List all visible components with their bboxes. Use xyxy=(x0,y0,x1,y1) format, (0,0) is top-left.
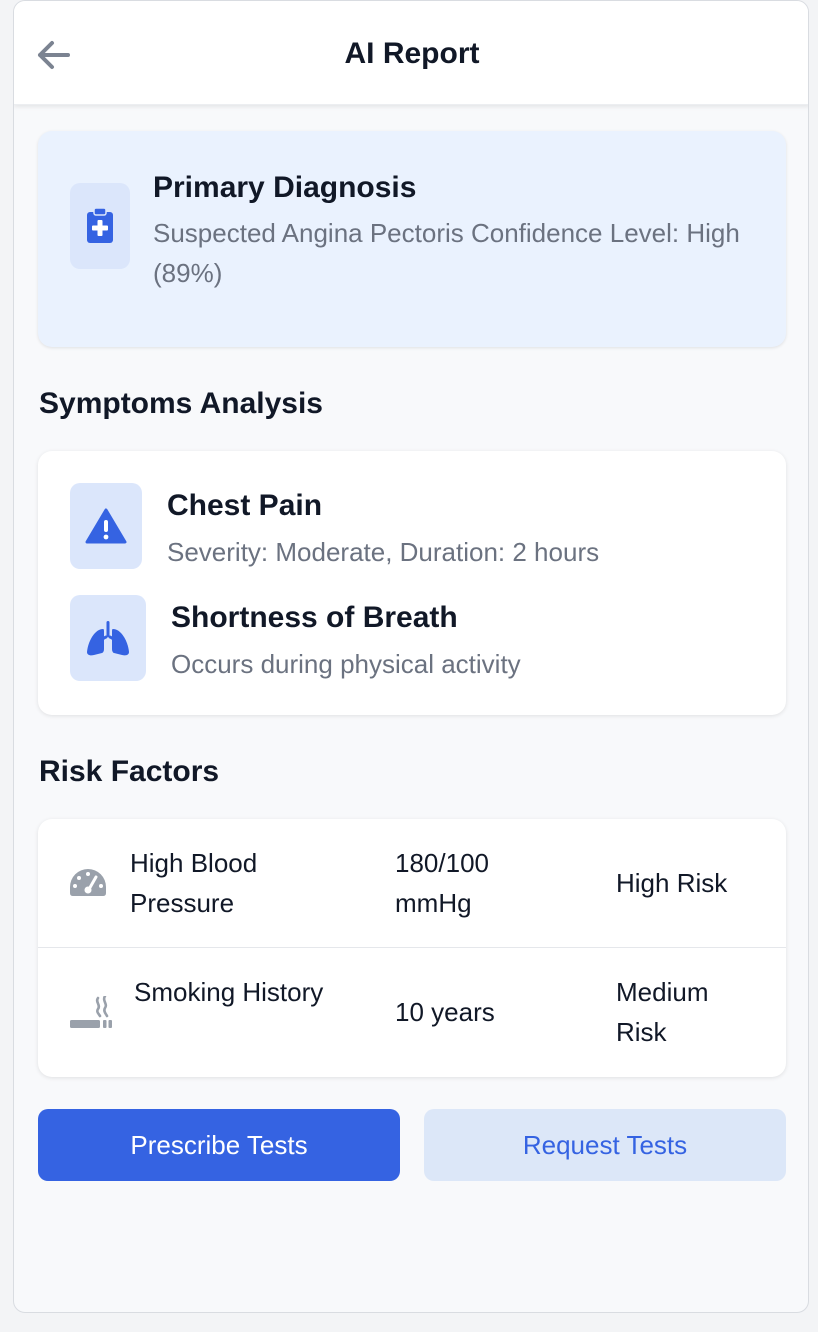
symptom-title: Shortness of Breath xyxy=(171,601,458,634)
warning-icon xyxy=(85,508,127,544)
app-frame: AI Report Primary Diagnosis Suspected An… xyxy=(13,0,809,1313)
risk-icon-box xyxy=(70,996,112,1030)
diagnosis-icon-box xyxy=(70,183,130,269)
prescribe-tests-button[interactable]: Prescribe Tests xyxy=(38,1109,400,1181)
symptoms-card: Chest Pain Severity: Moderate, Duration:… xyxy=(38,451,786,715)
risk-value: 180/100 mmHg xyxy=(395,848,489,918)
symptom-icon-box xyxy=(70,595,146,681)
diagnosis-description: Suspected Angina Pectoris Confidence Lev… xyxy=(153,218,740,288)
symptom-description: Occurs during physical activity xyxy=(171,649,521,679)
smoking-icon xyxy=(70,996,112,1028)
risk-row: High Blood Pressure 180/100 mmHg High Ri… xyxy=(38,819,786,947)
risk-value: 10 years xyxy=(395,997,495,1027)
risk-factors-section-title: Risk Factors xyxy=(39,755,220,788)
risk-name: Smoking History xyxy=(134,977,324,1007)
risk-row: Smoking History 10 years Medium Risk xyxy=(38,947,786,1078)
lungs-icon xyxy=(87,621,129,656)
risk-name: High Blood Pressure xyxy=(130,848,258,918)
gauge-icon xyxy=(70,869,106,896)
symptom-title: Chest Pain xyxy=(167,489,323,522)
symptoms-section-title: Symptoms Analysis xyxy=(39,387,323,420)
clipboard-medical-icon xyxy=(87,208,113,243)
top-bar: AI Report xyxy=(14,1,808,105)
risk-icon-box xyxy=(70,869,106,897)
page-title: AI Report xyxy=(344,37,480,70)
symptom-icon-box xyxy=(70,483,142,569)
primary-diagnosis-card: Primary Diagnosis Suspected Angina Pecto… xyxy=(38,131,786,347)
symptom-description: Severity: Moderate, Duration: 2 hours xyxy=(167,537,600,567)
risk-level: High Risk xyxy=(616,868,728,898)
risk-factors-card: High Blood Pressure 180/100 mmHg High Ri… xyxy=(38,819,786,1077)
risk-level: Medium Risk xyxy=(616,977,709,1047)
diagnosis-title: Primary Diagnosis xyxy=(153,171,417,204)
request-tests-button[interactable]: Request Tests xyxy=(424,1109,786,1181)
